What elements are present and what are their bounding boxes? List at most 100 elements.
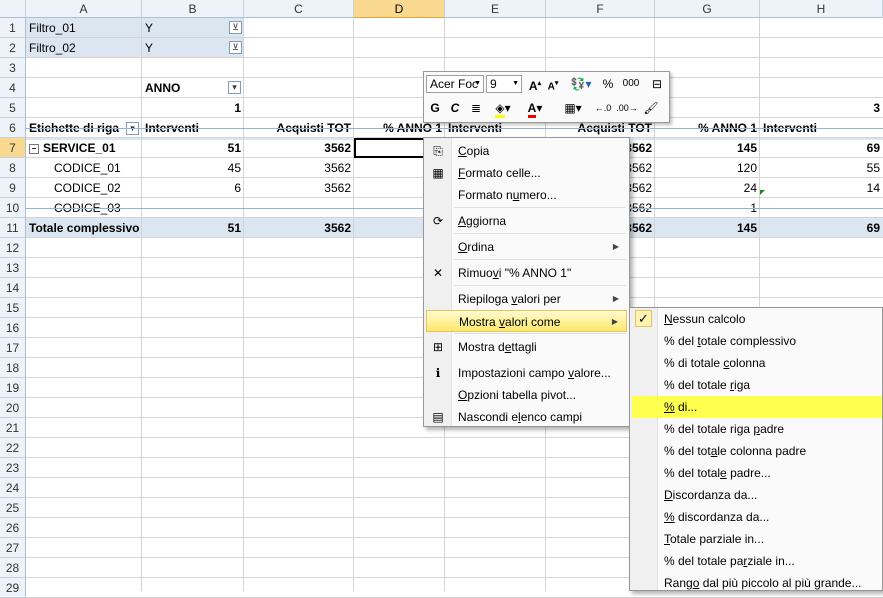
- context-menu-item[interactable]: ℹ Impostazioni campo valore...: [426, 362, 627, 384]
- value-cell[interactable]: 69: [760, 138, 883, 158]
- row-header-2[interactable]: 2: [0, 38, 26, 58]
- column-header-f[interactable]: F: [546, 0, 655, 18]
- value-cell[interactable]: 3562: [244, 218, 354, 238]
- shrink-font-icon[interactable]: A▾: [544, 75, 562, 93]
- year-label[interactable]: 1: [142, 98, 244, 118]
- value-cell[interactable]: 69: [760, 218, 883, 238]
- code-label[interactable]: CODICE_01: [26, 158, 142, 178]
- year-label[interactable]: 3: [760, 98, 883, 118]
- column-header-e[interactable]: E: [445, 0, 546, 18]
- context-menu-item[interactable]: Ordina ▶: [426, 236, 627, 258]
- column-header-b[interactable]: B: [142, 0, 244, 18]
- context-menu-item[interactable]: ⎘ Copia: [426, 140, 627, 162]
- decrease-decimal-icon[interactable]: .00→: [616, 99, 638, 117]
- filter-name-cell[interactable]: Filtro_01: [26, 18, 142, 38]
- column-header-h[interactable]: H: [760, 0, 883, 18]
- value-cell[interactable]: 45: [142, 158, 244, 178]
- row-header-27[interactable]: 27: [0, 538, 26, 558]
- submenu-item[interactable]: % di...: [632, 396, 882, 418]
- font-color-icon[interactable]: A▾: [522, 99, 548, 118]
- row-header-22[interactable]: 22: [0, 438, 26, 458]
- row-header-10[interactable]: 10: [0, 198, 26, 218]
- service-label[interactable]: − SERVICE_01: [26, 138, 142, 158]
- value-cell[interactable]: 51: [142, 138, 244, 158]
- submenu-item[interactable]: % discordanza da...: [632, 506, 882, 528]
- row-header-12[interactable]: 12: [0, 238, 26, 258]
- row-header-16[interactable]: 16: [0, 318, 26, 338]
- row-header-4[interactable]: 4: [0, 78, 26, 98]
- row-header-6[interactable]: 6: [0, 118, 26, 138]
- row-header-23[interactable]: 23: [0, 458, 26, 478]
- column-header-c[interactable]: C: [244, 0, 354, 18]
- comma-style-icon[interactable]: 000: [618, 75, 644, 93]
- row-header-14[interactable]: 14: [0, 278, 26, 298]
- row-header-15[interactable]: 15: [0, 298, 26, 318]
- borders-icon[interactable]: ▦▾: [560, 99, 586, 117]
- submenu-item[interactable]: % del totale riga padre: [632, 418, 882, 440]
- filter-icon[interactable]: ⊻: [229, 21, 242, 34]
- row-header-29[interactable]: 29: [0, 578, 26, 598]
- context-menu-item[interactable]: ⟳ Aggiorna: [426, 210, 627, 232]
- value-cell[interactable]: 55: [760, 158, 883, 178]
- submenu-item[interactable]: Totale parziale in...: [632, 528, 882, 550]
- grow-font-icon[interactable]: A▴: [526, 75, 544, 93]
- collapse-icon[interactable]: −: [29, 143, 39, 154]
- submenu-item[interactable]: % del totale complessivo: [632, 330, 882, 352]
- row-header-9[interactable]: 9: [0, 178, 26, 198]
- value-cell[interactable]: 3562: [244, 178, 354, 198]
- value-cell[interactable]: 51: [142, 218, 244, 238]
- value-cell[interactable]: 6: [142, 178, 244, 198]
- submenu-item[interactable]: Discordanza da...: [632, 484, 882, 506]
- column-header-a[interactable]: A: [26, 0, 142, 18]
- submenu-item[interactable]: % di totale colonna: [632, 352, 882, 374]
- increase-decimal-icon[interactable]: ←.0: [592, 99, 614, 117]
- merge-center-icon[interactable]: ⊟: [648, 75, 666, 93]
- row-header-18[interactable]: 18: [0, 358, 26, 378]
- context-menu-item[interactable]: Formato numero...: [426, 184, 627, 206]
- context-menu-item[interactable]: Riepiloga valori per ▶: [426, 288, 627, 310]
- font-name-box[interactable]: Acer Foc ▼: [426, 75, 484, 93]
- total-label[interactable]: Totale complessivo: [26, 218, 142, 238]
- italic-icon[interactable]: C: [447, 99, 463, 117]
- row-header-28[interactable]: 28: [0, 558, 26, 578]
- row-header-1[interactable]: 1: [0, 18, 26, 38]
- row-header-17[interactable]: 17: [0, 338, 26, 358]
- value-cell[interactable]: 24: [655, 178, 760, 198]
- value-cell[interactable]: 3562: [244, 158, 354, 178]
- column-header-g[interactable]: G: [655, 0, 760, 18]
- filter-name-cell[interactable]: Filtro_02: [26, 38, 142, 58]
- context-menu-item[interactable]: Opzioni tabella pivot...: [426, 384, 627, 406]
- submenu-item[interactable]: % del totale riga: [632, 374, 882, 396]
- row-header-20[interactable]: 20: [0, 398, 26, 418]
- currency-format-icon[interactable]: 💱▾: [566, 75, 596, 93]
- row-header-21[interactable]: 21: [0, 418, 26, 438]
- row-header-25[interactable]: 25: [0, 498, 26, 518]
- row-header-11[interactable]: 11: [0, 218, 26, 238]
- value-cell[interactable]: 145: [655, 218, 760, 238]
- submenu-item[interactable]: % del totale colonna padre: [632, 440, 882, 462]
- submenu-item[interactable]: % del totale parziale in...: [632, 550, 882, 572]
- row-header-26[interactable]: 26: [0, 518, 26, 538]
- row-header-5[interactable]: 5: [0, 98, 26, 118]
- bold-icon[interactable]: G: [427, 99, 443, 117]
- value-cell[interactable]: 3562: [244, 138, 354, 158]
- context-menu-item[interactable]: ▤ Nascondi elenco campi: [426, 406, 627, 428]
- value-cell[interactable]: 145: [655, 138, 760, 158]
- format-painter-icon[interactable]: 🖌: [642, 99, 660, 117]
- row-header-8[interactable]: 8: [0, 158, 26, 178]
- align-center-icon[interactable]: ≣: [467, 99, 485, 117]
- submenu-item[interactable]: % del totale padre...: [632, 462, 882, 484]
- row-header-3[interactable]: 3: [0, 58, 26, 78]
- error-indicator-icon[interactable]: [760, 190, 765, 195]
- row-header-24[interactable]: 24: [0, 478, 26, 498]
- row-header-19[interactable]: 19: [0, 378, 26, 398]
- code-label[interactable]: CODICE_02: [26, 178, 142, 198]
- submenu-item[interactable]: ✓ Nessun calcolo: [632, 308, 882, 330]
- context-menu-item[interactable]: ▦ Formato celle...: [426, 162, 627, 184]
- font-size-box[interactable]: 9 ▼: [486, 75, 522, 93]
- select-all-corner[interactable]: [0, 0, 26, 18]
- value-cell[interactable]: 14: [760, 178, 883, 198]
- filter-icon[interactable]: ⊻: [229, 41, 242, 54]
- context-menu-item[interactable]: ⊞ Mostra dettagli: [426, 336, 627, 358]
- context-menu-item[interactable]: Mostra valori come ▶: [426, 310, 627, 332]
